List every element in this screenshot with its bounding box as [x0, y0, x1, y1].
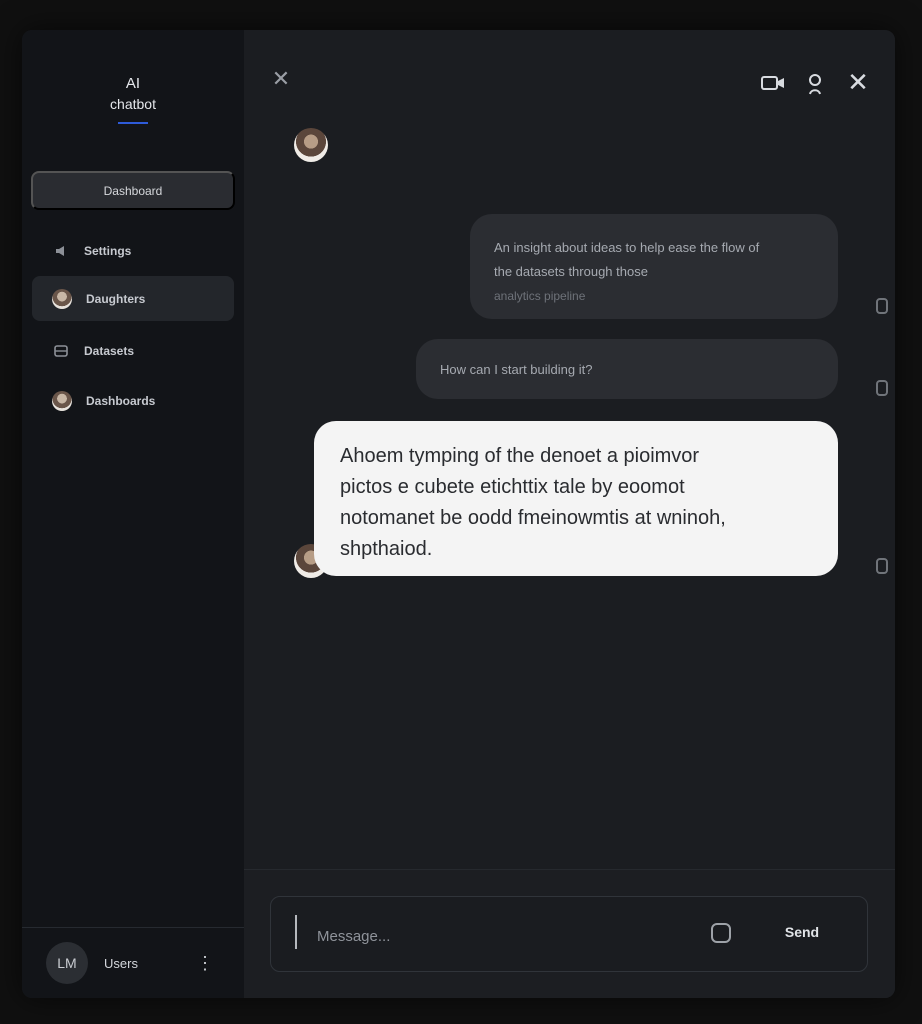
attach-icon[interactable]: [711, 923, 731, 943]
primary-nav-button[interactable]: Dashboard: [31, 171, 235, 210]
message-line: An insight about ideas to help ease the …: [494, 240, 760, 255]
chat-bubble-bot: Ahoem tymping of the denoet a pioimvor p…: [314, 421, 838, 576]
text-cursor: [295, 915, 297, 949]
sidebar-footer: LM Users ⋮: [22, 927, 244, 998]
user-avatar[interactable]: LM: [46, 942, 88, 984]
message-status-icon: [876, 380, 888, 396]
chat-window: AI chatbot Dashboard Settings Daughters …: [22, 30, 895, 998]
message-text: How can I start building it?: [440, 361, 593, 377]
message-status-icon: [876, 558, 888, 574]
sidebar-item-4[interactable]: Dashboards: [32, 378, 234, 423]
user-name: Users: [104, 955, 138, 971]
message-line: notomanet be oodd fmeinowmtis at wninoh,: [340, 507, 726, 529]
message-line: shpthaiod.: [340, 538, 433, 560]
more-options-icon[interactable]: ⋮: [196, 954, 214, 972]
avatar-icon: [52, 390, 72, 411]
sidebar-item-label: Datasets: [84, 343, 135, 358]
close-icon[interactable]: ✕: [846, 67, 870, 97]
bot-avatar: [294, 128, 328, 162]
sidebar-item-1[interactable]: Settings: [32, 228, 234, 273]
brand-subtitle: chatbot: [110, 96, 156, 112]
message-line: the datasets through those: [494, 264, 648, 279]
chat-bubble-user: How can I start building it?: [416, 339, 838, 399]
brand-title: AI: [125, 75, 141, 92]
person-icon[interactable]: [804, 72, 826, 96]
sidebar-item-2[interactable]: Daughters: [32, 276, 234, 321]
database-icon: [52, 342, 70, 360]
message-line: pictos e cubete etichttix tale by eoomot: [340, 476, 685, 498]
message-status-icon: [876, 298, 888, 314]
avatar-icon: [52, 288, 72, 309]
composer-bar: Send: [244, 869, 895, 998]
sidebar-item-3[interactable]: Datasets: [32, 328, 234, 373]
sidebar-item-label: Daughters: [86, 291, 146, 306]
send-button[interactable]: Send: [757, 915, 847, 949]
sidebar: AI chatbot Dashboard Settings Daughters …: [22, 30, 245, 998]
message-line: Ahoem tymping of the denoet a pioimvor: [340, 445, 700, 467]
message-composer: Send: [270, 896, 868, 972]
chat-main: ✕ ✕ An insight about ideas to help ease …: [244, 30, 895, 998]
video-call-icon[interactable]: [760, 72, 786, 94]
message-line: analytics pipeline: [494, 289, 586, 303]
close-icon[interactable]: ✕: [270, 66, 292, 91]
message-input[interactable]: [315, 923, 679, 949]
sidebar-item-label: Dashboards: [86, 393, 156, 408]
sidebar-item-label: Settings: [84, 243, 132, 258]
brand-underline: [118, 122, 148, 124]
chat-bubble-user: An insight about ideas to help ease the …: [470, 214, 838, 319]
megaphone-icon: [52, 242, 70, 260]
brand: AI chatbot: [22, 74, 244, 124]
